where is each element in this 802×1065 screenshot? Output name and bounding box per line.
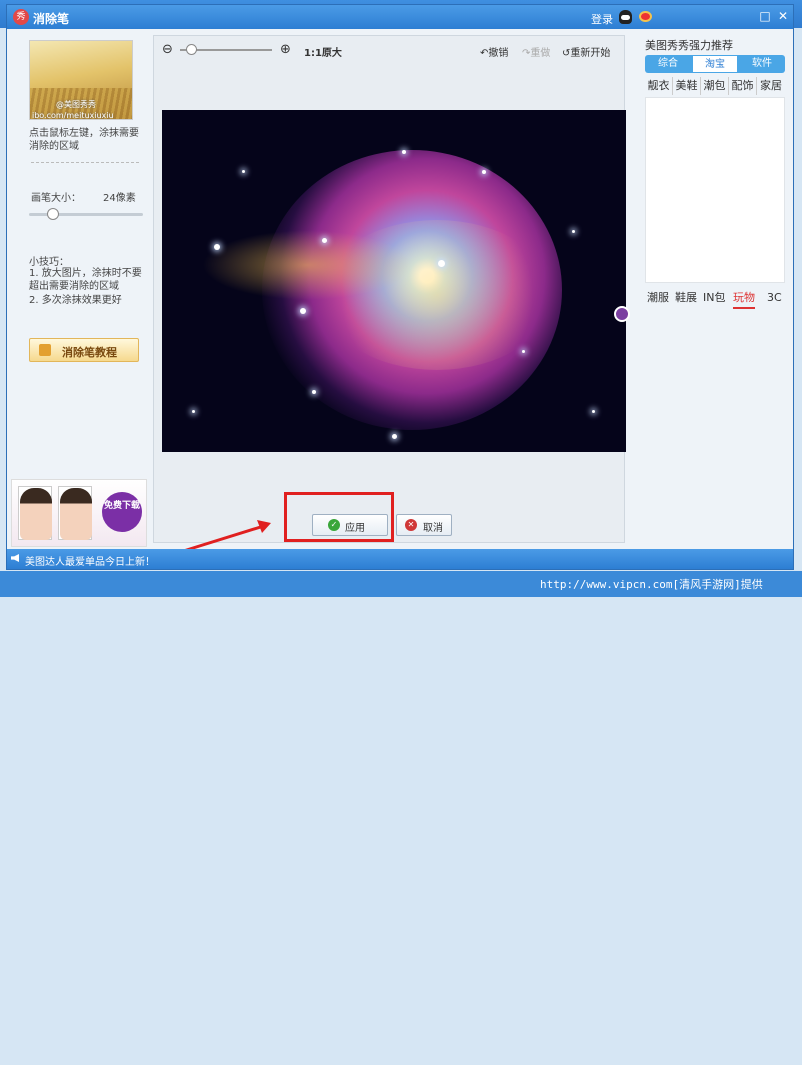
category-row: 靓衣 美鞋 潮包 配饰 家居 [645,77,785,95]
zoom-in-icon[interactable]: ⊕ [280,42,291,57]
redo-label: 重做 [530,48,551,59]
star [522,350,525,353]
star [572,230,575,233]
window-title: 消除笔 [33,12,70,26]
recommend-content [645,97,785,283]
nebula-rays [202,230,412,300]
subtab-shoe-show[interactable]: 鞋展 [675,289,697,307]
recommend-panel: 美图秀秀强力推荐 综合 淘宝 软件 靓衣 美鞋 潮包 配饰 家居 潮服 鞋展 I… [643,35,789,315]
editing-image[interactable] [162,110,626,452]
title-bar: 秀 消除笔 登录 □ ✕ [7,5,793,29]
zoom-original-size[interactable]: 1:1原大 [304,44,342,59]
subtab-row: 潮服 鞋展 IN包 玩物 3C [645,289,785,309]
category-home[interactable]: 家居 [757,77,785,95]
redo-button[interactable]: ↷重做 [522,44,550,59]
category-bags[interactable]: 潮包 [701,77,729,95]
thumbnail-watermark: @美图秀秀 [56,100,96,109]
star [214,244,220,250]
subtab-gadgets[interactable]: 玩物 [733,289,755,309]
maximize-icon[interactable]: □ [757,9,773,25]
tip-1: 1. 放大图片，涂抹时不要超出需要消除的区域 [29,268,142,292]
category-accessories[interactable]: 配饰 [729,77,757,95]
ad-photo-2 [58,486,92,540]
left-panel: @美图秀秀 ibo.com/meituxiuxiu 点击鼠标左键，涂抹需要消除的… [19,35,143,475]
star [242,170,245,173]
restart-button[interactable]: ↺重新开始 [562,44,610,59]
free-download-badge[interactable]: 免费下载 [102,492,142,532]
eraser-window: 秀 消除笔 登录 □ ✕ @美图秀秀 ibo.com/meituxiuxiu 点… [6,4,794,570]
tab-taobao[interactable]: 淘宝 [692,55,738,73]
thumbnail-watermark-url: ibo.com/meituxiuxiu [32,111,114,120]
ad-photo-1 [18,486,52,540]
qq-icon[interactable] [619,10,632,24]
image-thumbnail[interactable]: @美图秀秀 ibo.com/meituxiuxiu [29,40,133,120]
recommend-tabs: 综合 淘宝 软件 [645,55,785,73]
status-bar: 美图达人最爱单品今日上新！ [7,549,793,569]
brush-cursor [614,306,630,322]
page-watermark: http://www.vipcn.com[清风手游网]提供 [540,578,763,591]
canvas-area: ⊖ ⊕ 1:1原大 ↶撤销 ↷重做 ↺重新开始 ✓ 应用 ✕ 取消 [153,35,630,543]
usage-hint: 点击鼠标左键，涂抹需要消除的区域 [29,128,139,152]
restart-label: 重新开始 [570,48,611,59]
brush-size-label: 画笔大小： [31,193,81,204]
star [402,150,406,154]
eraser-tutorial-button[interactable]: 消除笔教程 [29,338,139,362]
undo-button[interactable]: ↶撤销 [480,44,508,59]
star [438,260,445,267]
brush-size-value: 24像素 [103,193,136,204]
book-icon [39,344,51,356]
recommend-title: 美图秀秀强力推荐 [645,39,733,52]
download-ad-banner[interactable]: 免费下载 [11,479,147,547]
app-logo-icon: 秀 [13,9,29,25]
star [592,410,595,413]
tab-comprehensive[interactable]: 综合 [645,55,691,73]
close-icon[interactable]: ✕ [775,9,791,25]
subtab-3c[interactable]: 3C [767,289,782,307]
star [322,238,327,243]
star [192,410,195,413]
tab-software[interactable]: 软件 [739,55,785,73]
category-shoes[interactable]: 美鞋 [673,77,701,95]
star [392,434,397,439]
speaker-icon [11,554,19,562]
star [482,170,486,174]
star [300,308,306,314]
star [312,390,316,394]
tutorial-label: 消除笔教程 [62,346,117,359]
status-text[interactable]: 美图达人最爱单品今日上新！ [25,553,155,568]
subtab-trend-clothes[interactable]: 潮服 [647,289,669,307]
tip-2: 2. 多次涂抹效果更好 [29,295,122,306]
undo-label: 撤销 [488,48,509,59]
zoom-out-icon[interactable]: ⊖ [162,42,173,57]
login-link[interactable]: 登录 [591,11,613,27]
zoom-slider-knob[interactable] [186,44,197,55]
brush-size-slider-knob[interactable] [47,208,59,220]
tips-title: 小技巧： [29,257,69,268]
subtab-in-bags[interactable]: IN包 [703,289,725,307]
weibo-icon[interactable] [639,11,652,22]
divider [31,162,139,163]
category-clothes[interactable]: 靓衣 [645,77,673,95]
